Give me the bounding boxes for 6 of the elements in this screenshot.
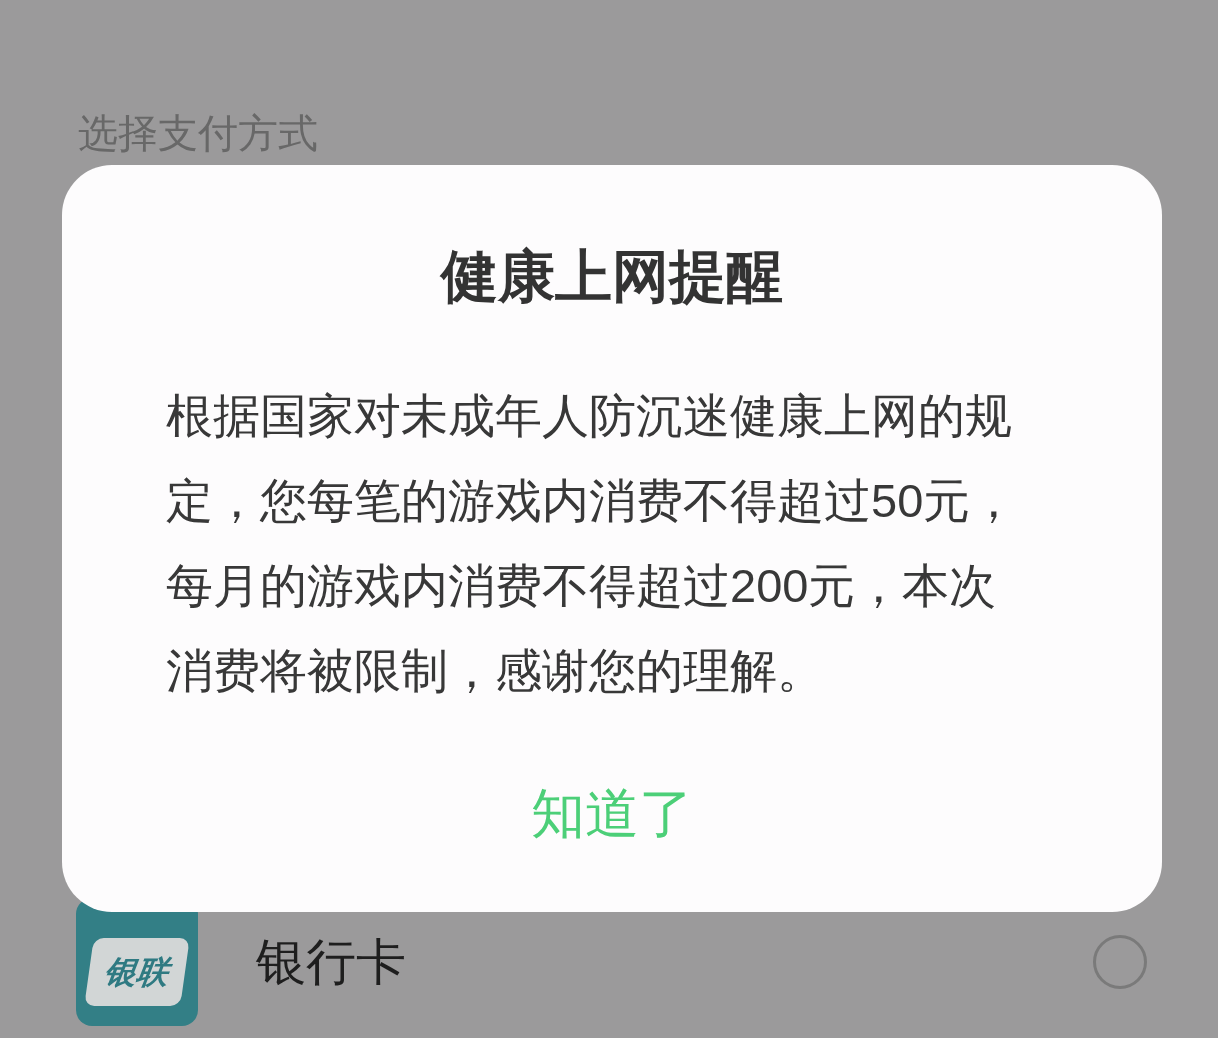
radio-button[interactable]	[1093, 935, 1147, 989]
bank-logo-text: 银联	[84, 938, 190, 1006]
payment-method-label: 银行卡	[256, 933, 406, 992]
dialog-title: 健康上网提醒	[441, 243, 783, 310]
ok-button[interactable]: 知道了	[521, 773, 703, 853]
dialog-message: 根据国家对未成年人防沉迷健康上网的规定，您每笔的游戏内消费不得超过50元，每月的游戏内消费不得超过200元，本次消费将被限制，感谢您的理解。	[166, 388, 1019, 699]
